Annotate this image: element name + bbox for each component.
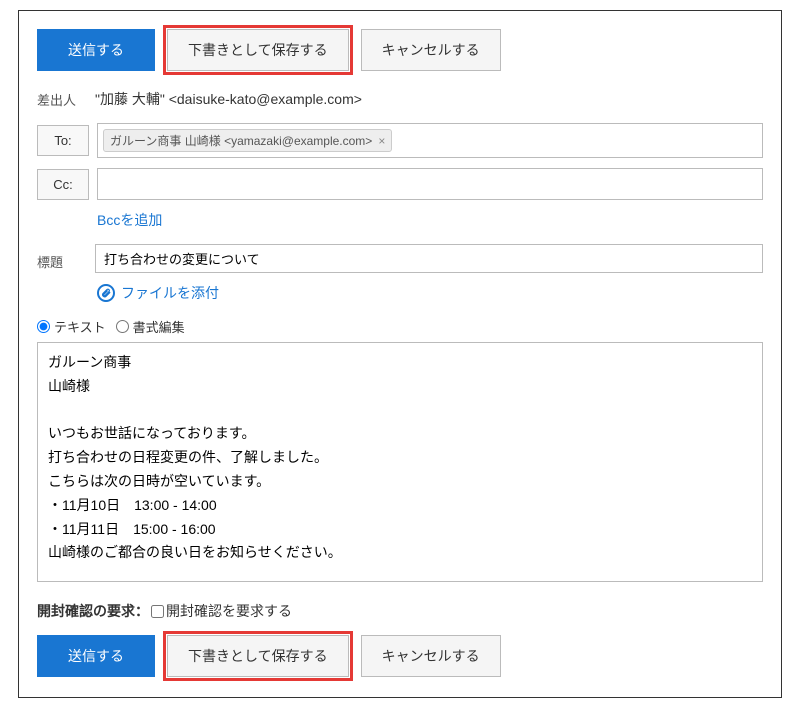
cc-field[interactable] bbox=[97, 168, 763, 200]
from-label: 差出人 bbox=[37, 90, 95, 109]
bcc-row: Bccを追加 bbox=[97, 210, 763, 230]
receipt-row: 開封確認の要求： 開封確認を要求する bbox=[37, 601, 763, 621]
rich-format-option[interactable]: 書式編集 bbox=[116, 317, 185, 336]
add-bcc-link[interactable]: Bccを追加 bbox=[97, 212, 162, 228]
to-label[interactable]: To: bbox=[37, 125, 89, 156]
receipt-checkbox-group[interactable]: 開封確認を要求する bbox=[151, 601, 292, 621]
recipient-chip: ガルーン商事 山崎様 <yamazaki@example.com> × bbox=[103, 129, 392, 152]
subject-input[interactable] bbox=[95, 244, 763, 273]
send-button[interactable]: 送信する bbox=[37, 29, 155, 71]
save-draft-button[interactable]: 下書きとして保存する bbox=[167, 29, 349, 71]
send-button-bottom[interactable]: 送信する bbox=[37, 635, 155, 677]
body-textarea[interactable] bbox=[37, 342, 763, 582]
from-row: 差出人 "加藤 大輔" <daisuke-kato@example.com> bbox=[37, 89, 763, 109]
attach-file-link[interactable]: ファイルを添付 bbox=[121, 283, 219, 303]
receipt-checkbox[interactable] bbox=[151, 605, 164, 618]
save-draft-button-bottom[interactable]: 下書きとして保存する bbox=[167, 635, 349, 677]
to-row: To: ガルーン商事 山崎様 <yamazaki@example.com> × bbox=[37, 123, 763, 158]
paperclip-icon bbox=[97, 284, 115, 302]
top-button-row: 送信する 下書きとして保存する キャンセルする bbox=[37, 29, 763, 71]
subject-row: 標題 bbox=[37, 244, 763, 273]
chip-label: ガルーン商事 山崎様 <yamazaki@example.com> bbox=[110, 132, 372, 149]
cc-label[interactable]: Cc: bbox=[37, 169, 89, 200]
receipt-checkbox-label: 開封確認を要求する bbox=[166, 601, 292, 621]
bottom-button-row: 送信する 下書きとして保存する キャンセルする bbox=[37, 635, 763, 677]
attach-row: ファイルを添付 bbox=[97, 283, 763, 303]
text-format-label: テキスト bbox=[54, 317, 106, 336]
text-format-option[interactable]: テキスト bbox=[37, 317, 106, 336]
format-row: テキスト 書式編集 bbox=[37, 317, 763, 336]
receipt-label: 開封確認の要求： bbox=[37, 601, 149, 621]
rich-format-label: 書式編集 bbox=[133, 317, 185, 336]
rich-format-radio[interactable] bbox=[116, 320, 129, 333]
to-field[interactable]: ガルーン商事 山崎様 <yamazaki@example.com> × bbox=[97, 123, 763, 158]
cancel-button[interactable]: キャンセルする bbox=[361, 29, 501, 71]
from-value: "加藤 大輔" <daisuke-kato@example.com> bbox=[95, 89, 763, 109]
cc-row: Cc: bbox=[37, 168, 763, 200]
chip-remove-icon[interactable]: × bbox=[378, 134, 385, 148]
cancel-button-bottom[interactable]: キャンセルする bbox=[361, 635, 501, 677]
text-format-radio[interactable] bbox=[37, 320, 50, 333]
subject-label: 標題 bbox=[37, 246, 95, 271]
